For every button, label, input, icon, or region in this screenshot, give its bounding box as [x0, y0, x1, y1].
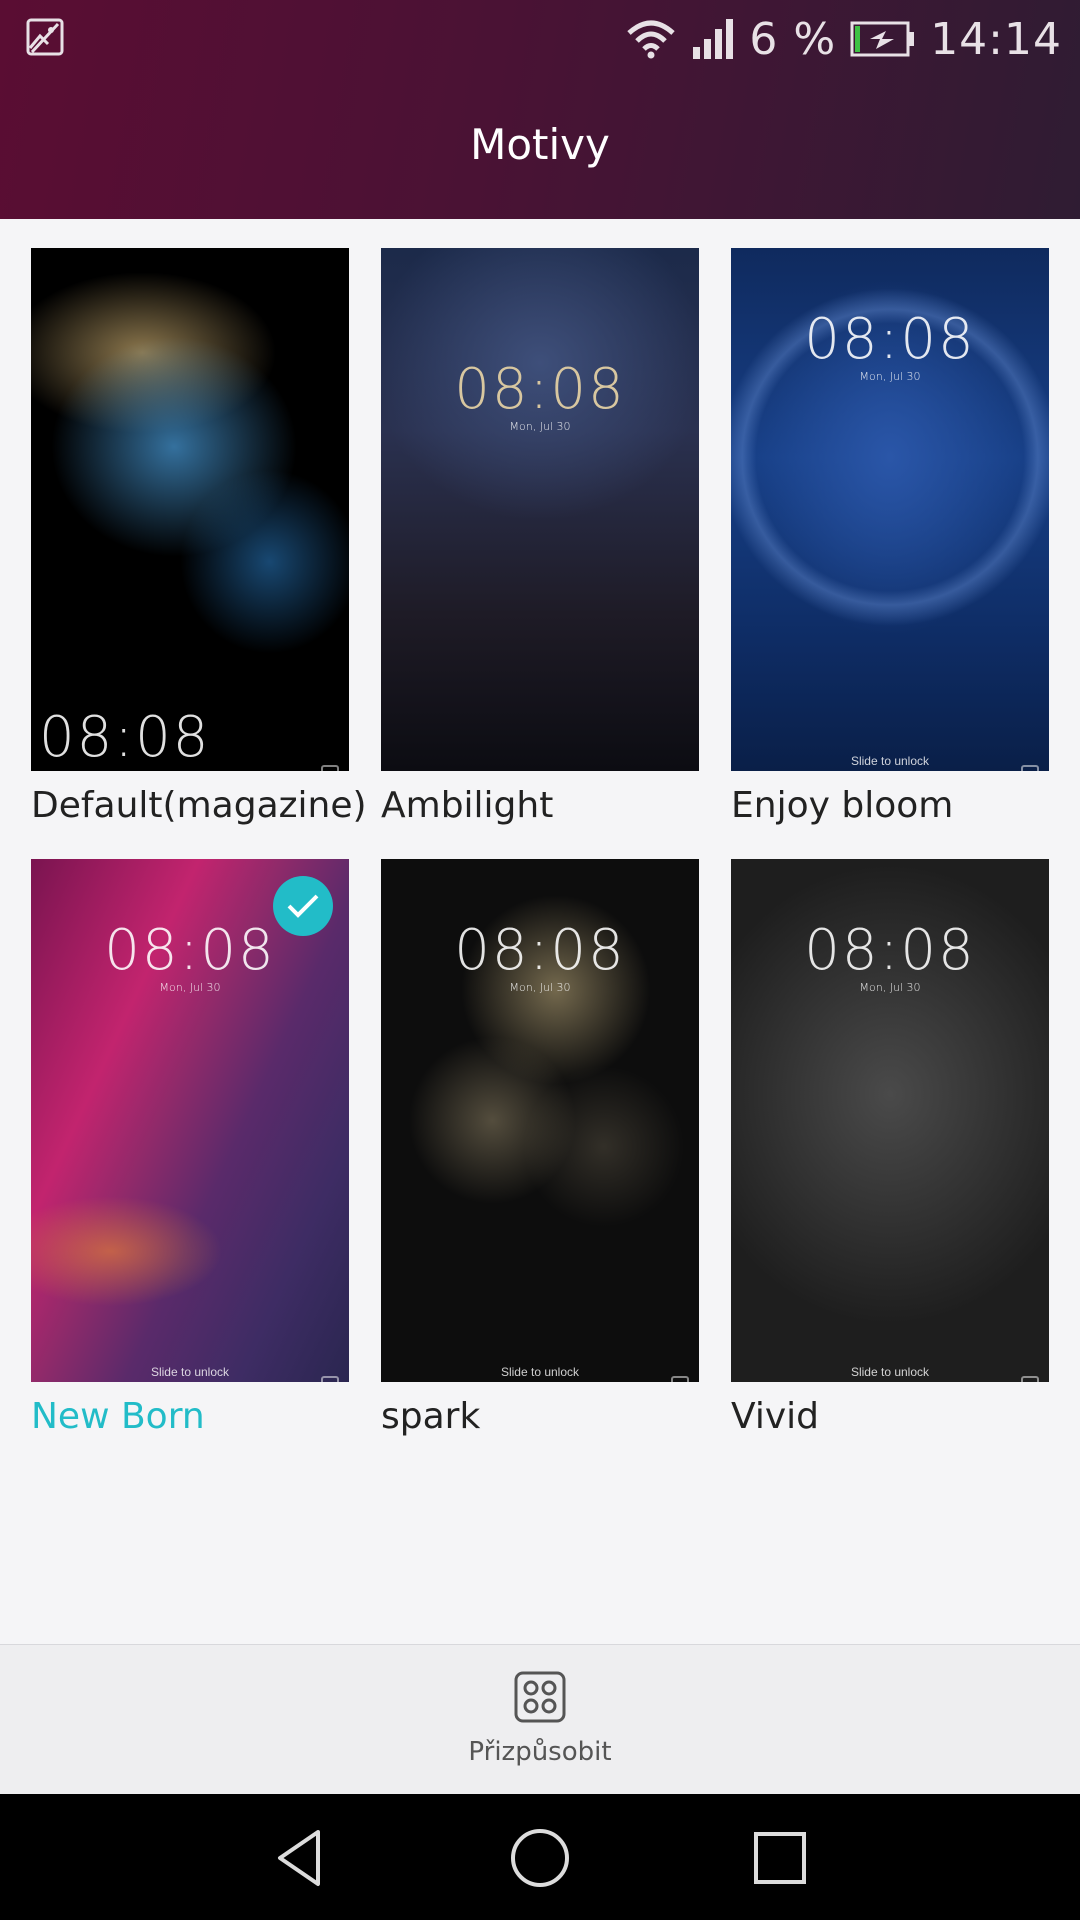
- theme-preview[interactable]: 08:08 Mon, Jul 30: [381, 248, 699, 771]
- recents-icon[interactable]: [748, 1826, 812, 1890]
- theme-preview[interactable]: 08:08: [31, 248, 349, 771]
- theme-name: Ambilight: [381, 785, 554, 826]
- theme-preview[interactable]: 08:08 Mon, Jul 30 Slide to unlock: [731, 248, 1049, 771]
- signal-icon: [693, 19, 734, 59]
- preview-clock: 08:08: [804, 307, 976, 372]
- theme-preview[interactable]: 08:08 Mon, Jul 30 Slide to unlock: [381, 859, 699, 1382]
- theme-preview[interactable]: 08:08 Mon, Jul 30 Slide to unlock: [731, 859, 1049, 1382]
- customize-label: Přizpůsobit: [468, 1737, 612, 1767]
- preview-date: Mon, Jul 30: [159, 981, 221, 994]
- preview-clock: 08:08: [454, 357, 626, 422]
- theme-name: spark: [381, 1396, 481, 1437]
- clock-time: 14:14: [930, 13, 1062, 65]
- slide-to-unlock: Slide to unlock: [150, 1365, 230, 1379]
- selected-check-icon: [273, 876, 333, 936]
- theme-preview[interactable]: 08:08 Mon, Jul 30 Slide to unlock: [31, 859, 349, 1382]
- camera-icon: [1021, 1376, 1039, 1382]
- preview-date: Mon, Jul 30: [509, 981, 571, 994]
- camera-icon: [321, 765, 339, 771]
- home-icon[interactable]: [508, 1826, 572, 1890]
- battery-percent: 6 %: [749, 13, 837, 65]
- app-header: 6 % 14:14 Motivy: [0, 0, 1080, 219]
- slide-to-unlock: Slide to unlock: [850, 754, 930, 768]
- theme-name: Default(magazine): [31, 785, 367, 826]
- preview-date: Mon, Jul 30: [509, 420, 571, 433]
- back-icon[interactable]: [268, 1826, 332, 1890]
- preview-date: Mon, Jul 30: [859, 981, 921, 994]
- preview-clock: 08:08: [454, 918, 626, 983]
- camera-icon: [671, 1376, 689, 1382]
- customize-button[interactable]: Přizpůsobit: [440, 1671, 640, 1791]
- preview-date: Mon, Jul 30: [859, 370, 921, 383]
- camera-icon: [321, 1376, 339, 1382]
- page-title: Motivy: [470, 120, 610, 169]
- status-bar: 6 % 14:14: [0, 0, 1080, 76]
- theme-name: Vivid: [731, 1396, 819, 1437]
- grid-icon: [514, 1671, 566, 1723]
- slide-to-unlock: Slide to unlock: [850, 1365, 930, 1379]
- navigation-bar: [0, 1794, 1080, 1920]
- battery-charging-icon: [850, 21, 915, 57]
- action-bar: Přizpůsobit: [0, 1644, 1080, 1794]
- gallery-icon: [26, 18, 64, 56]
- camera-icon: [1021, 765, 1039, 771]
- preview-clock: 08:08: [39, 705, 211, 770]
- theme-name: Enjoy bloom: [731, 785, 954, 826]
- status-indicators: 6 % 14:14: [625, 10, 1062, 68]
- theme-name: New Born: [31, 1396, 205, 1437]
- preview-clock: 08:08: [804, 918, 976, 983]
- slide-to-unlock: Slide to unlock: [500, 1365, 580, 1379]
- wifi-icon: [627, 20, 676, 59]
